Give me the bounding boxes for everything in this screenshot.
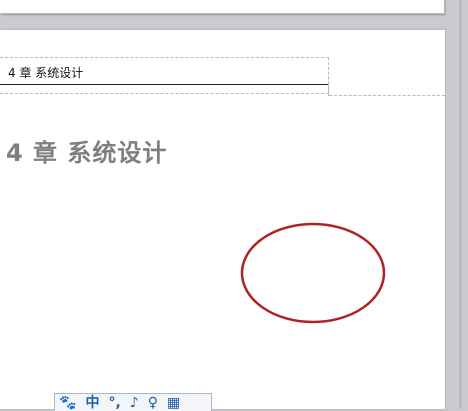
scrollbar-track[interactable]	[459, 0, 462, 409]
page-header-text[interactable]: 4 章 系统设计	[8, 64, 83, 81]
red-ellipse-annotation	[240, 222, 386, 324]
workspace-gutter	[446, 0, 468, 409]
voice-icon[interactable]: ♪	[130, 395, 139, 411]
chinese-mode-button[interactable]: 中	[85, 395, 99, 411]
highlight-ellipse	[240, 222, 386, 324]
paw-icon[interactable]: 🐾	[59, 395, 76, 411]
grid-icon[interactable]: ▦	[167, 395, 180, 411]
ime-toolbar[interactable]: 🐾 中 °, ♪ ♀ ▦	[54, 393, 212, 411]
margin-guide	[329, 95, 445, 96]
chapter-heading[interactable]: 4 章 系统设计	[6, 133, 167, 168]
punctuation-icon[interactable]: °,	[108, 395, 120, 411]
previous-page	[0, 0, 445, 14]
header-underline	[0, 84, 328, 85]
user-icon[interactable]: ♀	[148, 395, 158, 411]
